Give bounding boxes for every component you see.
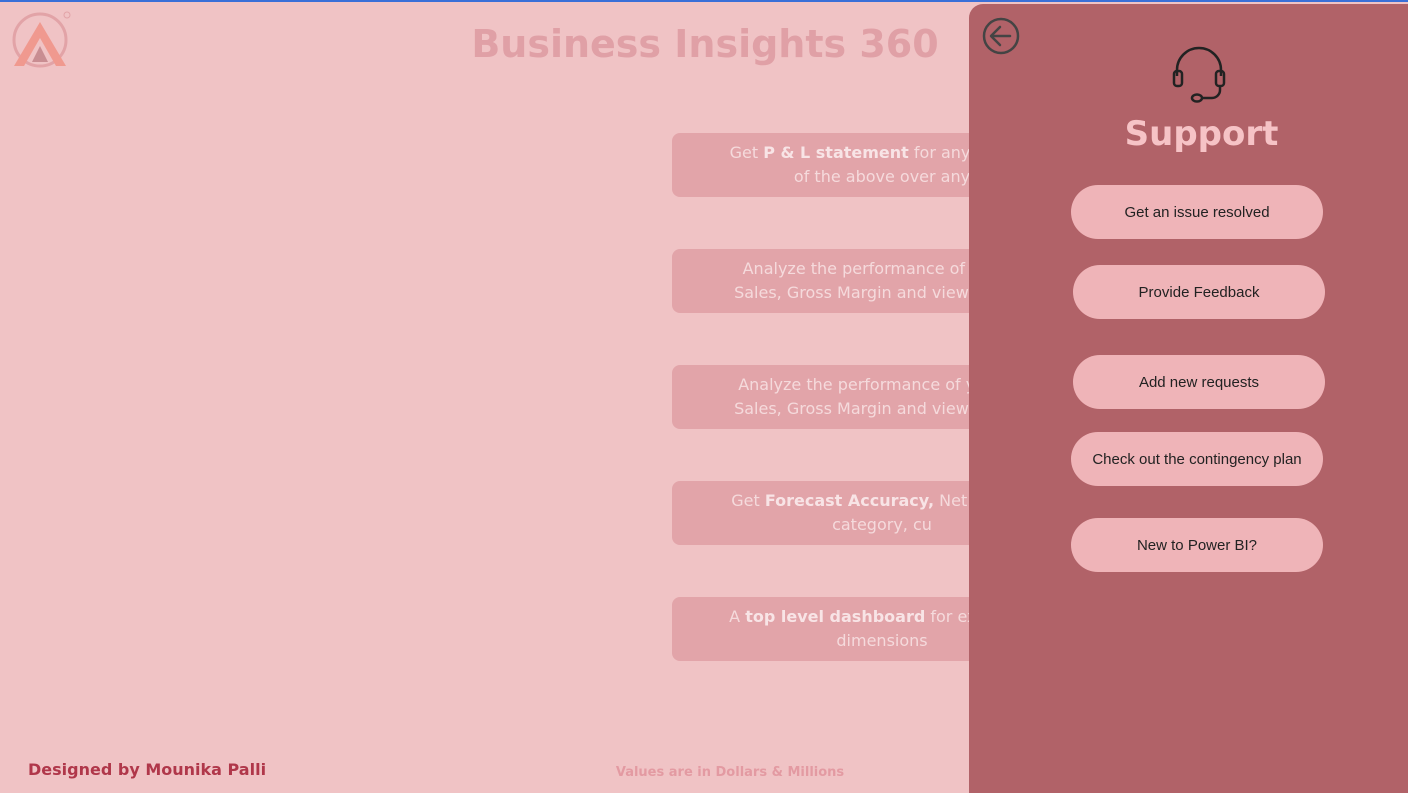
designed-by-credit: Designed by Mounika Palli bbox=[28, 760, 267, 779]
back-arrow-icon[interactable] bbox=[981, 16, 1021, 56]
headset-icon bbox=[1172, 46, 1226, 103]
provide-feedback-button[interactable]: Provide Feedback bbox=[1073, 265, 1325, 319]
get-issue-resolved-button[interactable]: Get an issue resolved bbox=[1071, 185, 1323, 239]
top-border bbox=[0, 0, 1408, 2]
support-panel: Support Get an issue resolved Provide Fe… bbox=[969, 4, 1408, 793]
atliq-logo-icon bbox=[12, 11, 71, 68]
add-new-requests-button[interactable]: Add new requests bbox=[1073, 355, 1325, 409]
new-to-power-bi-button[interactable]: New to Power BI? bbox=[1071, 518, 1323, 572]
contingency-plan-button[interactable]: Check out the contingency plan bbox=[1071, 432, 1323, 486]
support-title: Support bbox=[1124, 114, 1279, 154]
values-unit-note: Values are in Dollars & Millions bbox=[615, 765, 845, 780]
page-title: Business Insights 360 bbox=[471, 22, 939, 66]
